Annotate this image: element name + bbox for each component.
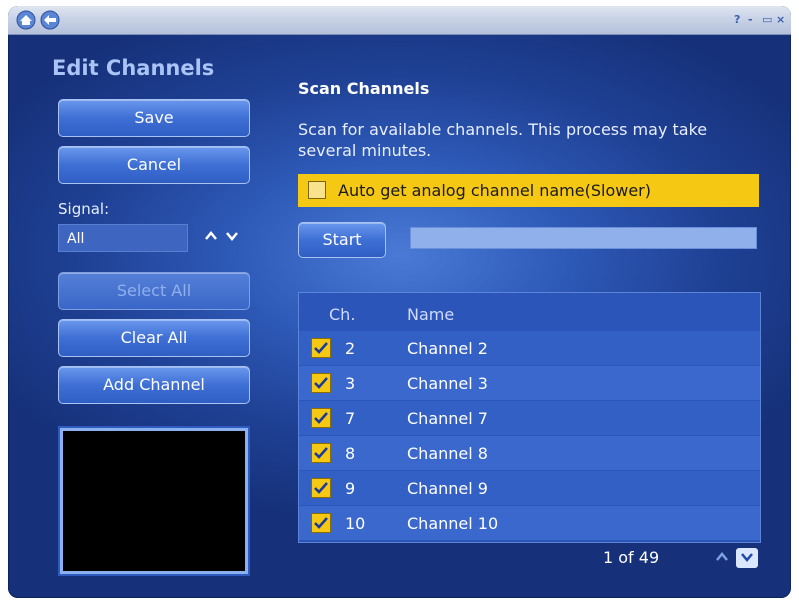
table-row[interactable]: 10 Channel 10 bbox=[299, 506, 760, 540]
back-arrow-icon[interactable] bbox=[40, 10, 60, 30]
add-channel-button[interactable]: Add Channel bbox=[58, 366, 250, 404]
page-indicator: 1 of 49 bbox=[603, 548, 660, 567]
channel-checkbox[interactable] bbox=[311, 338, 331, 358]
clear-all-button[interactable]: Clear All bbox=[58, 319, 250, 357]
channel-name: Channel 9 bbox=[407, 479, 488, 498]
channel-name: Channel 10 bbox=[407, 514, 499, 533]
signal-up-button[interactable] bbox=[201, 227, 221, 247]
channel-checkbox[interactable] bbox=[311, 443, 331, 463]
checkmark-icon bbox=[314, 342, 328, 354]
channel-name: Channel 8 bbox=[407, 444, 488, 463]
signal-down-button[interactable] bbox=[222, 227, 242, 247]
table-row[interactable]: 8 Channel 8 bbox=[299, 436, 760, 470]
table-row[interactable]: 7 Channel 7 bbox=[299, 401, 760, 435]
chevron-up-icon bbox=[205, 231, 217, 240]
channel-number: 2 bbox=[345, 339, 356, 358]
table-row[interactable]: 2 Channel 2 bbox=[299, 331, 760, 365]
auto-name-option[interactable]: Auto get analog channel name(Slower) bbox=[298, 174, 759, 207]
channel-number: 8 bbox=[345, 444, 356, 463]
page-title: Edit Channels bbox=[52, 56, 215, 80]
page-up-button[interactable] bbox=[711, 548, 733, 568]
channel-number: 9 bbox=[345, 479, 356, 498]
channel-checkbox[interactable] bbox=[311, 408, 331, 428]
minimize-icon[interactable]: - bbox=[748, 13, 753, 26]
channel-name: Channel 7 bbox=[407, 409, 488, 428]
page-down-button[interactable] bbox=[736, 548, 758, 568]
chevron-up-icon bbox=[716, 552, 728, 561]
chevron-down-icon bbox=[226, 232, 238, 241]
channel-checkbox[interactable] bbox=[311, 513, 331, 533]
channel-checkbox[interactable] bbox=[311, 478, 331, 498]
scan-channels-title: Scan Channels bbox=[298, 79, 430, 98]
signal-select[interactable]: All bbox=[58, 224, 188, 252]
save-button[interactable]: Save bbox=[58, 99, 250, 137]
checkmark-icon bbox=[314, 447, 328, 459]
progress-fill bbox=[411, 228, 756, 248]
signal-label: Signal: bbox=[58, 200, 110, 218]
close-icon[interactable]: × bbox=[776, 13, 785, 26]
checkmark-icon bbox=[314, 412, 328, 424]
channel-list: Ch. Name 2 Channel 2 3 Channel 3 7 Chann… bbox=[298, 292, 761, 543]
column-header-name: Name bbox=[407, 305, 455, 324]
auto-name-label: Auto get analog channel name(Slower) bbox=[338, 181, 651, 200]
column-header-ch: Ch. bbox=[329, 305, 356, 324]
title-bar: ? - ▭ × bbox=[8, 6, 791, 35]
checkmark-icon bbox=[314, 517, 328, 529]
auto-name-checkbox[interactable] bbox=[308, 181, 326, 199]
channel-number: 10 bbox=[345, 514, 366, 533]
checkmark-icon bbox=[314, 482, 328, 494]
channel-name: Channel 2 bbox=[407, 339, 488, 358]
help-icon[interactable]: ? bbox=[734, 13, 740, 26]
start-button[interactable]: Start bbox=[298, 222, 386, 258]
table-row[interactable]: 3 Channel 3 bbox=[299, 366, 760, 400]
scan-description: Scan for available channels. This proces… bbox=[298, 120, 708, 160]
chevron-down-icon bbox=[741, 553, 753, 562]
table-row[interactable]: 9 Channel 9 bbox=[299, 471, 760, 505]
checkmark-icon bbox=[314, 377, 328, 389]
cancel-button[interactable]: Cancel bbox=[58, 146, 250, 184]
restore-icon[interactable]: ▭ bbox=[762, 13, 772, 26]
scan-progress-bar bbox=[410, 227, 757, 249]
list-header: Ch. Name bbox=[299, 299, 760, 329]
channel-checkbox[interactable] bbox=[311, 373, 331, 393]
channel-number: 3 bbox=[345, 374, 356, 393]
channel-name: Channel 3 bbox=[407, 374, 488, 393]
channel-number: 7 bbox=[345, 409, 356, 428]
home-icon[interactable] bbox=[16, 10, 36, 30]
select-all-button[interactable]: Select All bbox=[58, 272, 250, 310]
video-preview bbox=[60, 428, 248, 574]
